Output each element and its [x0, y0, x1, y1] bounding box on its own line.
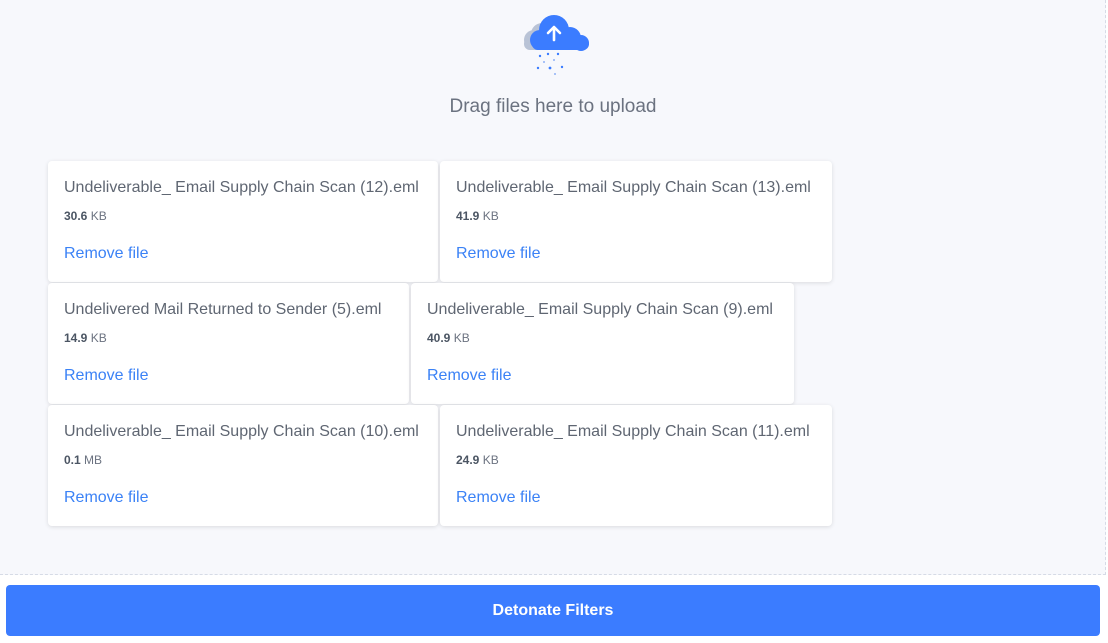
remove-file-link[interactable]: Remove file: [427, 367, 511, 385]
remove-file-link[interactable]: Remove file: [64, 245, 148, 263]
file-size: 14.9 KB: [64, 331, 107, 345]
file-name: Undeliverable_ Email Supply Chain Scan (…: [456, 179, 811, 196]
detonate-filters-button[interactable]: Detonate Filters: [6, 585, 1100, 636]
file-size: 30.6 KB: [64, 209, 107, 223]
file-name: Undeliverable_ Email Supply Chain Scan (…: [456, 423, 810, 440]
file-name: Undelivered Mail Returned to Sender (5).…: [64, 301, 382, 318]
remove-file-link[interactable]: Remove file: [456, 245, 540, 263]
cloud-upload-icon: [524, 15, 589, 75]
file-name: Undeliverable_ Email Supply Chain Scan (…: [427, 301, 773, 318]
file-card: Undeliverable_ Email Supply Chain Scan (…: [48, 161, 438, 282]
remove-file-link[interactable]: Remove file: [64, 489, 148, 507]
file-dropzone[interactable]: Drag files here to upload Undeliverable_…: [0, 0, 1106, 575]
remove-file-link[interactable]: Remove file: [456, 489, 540, 507]
file-name: Undeliverable_ Email Supply Chain Scan (…: [64, 179, 419, 196]
file-size: 24.9 KB: [456, 453, 499, 467]
file-size: 41.9 KB: [456, 209, 499, 223]
file-card: Undeliverable_ Email Supply Chain Scan (…: [440, 405, 832, 526]
file-card: Undeliverable_ Email Supply Chain Scan (…: [411, 283, 794, 404]
remove-file-link[interactable]: Remove file: [64, 367, 148, 385]
file-card: Undeliverable_ Email Supply Chain Scan (…: [440, 161, 832, 282]
file-name: Undeliverable_ Email Supply Chain Scan (…: [64, 423, 419, 440]
file-card: Undelivered Mail Returned to Sender (5).…: [48, 283, 409, 404]
file-size: 0.1 MB: [64, 453, 103, 467]
dropzone-message: Drag files here to upload: [449, 96, 657, 117]
file-size: 40.9 KB: [427, 331, 470, 345]
file-card: Undeliverable_ Email Supply Chain Scan (…: [48, 405, 438, 526]
